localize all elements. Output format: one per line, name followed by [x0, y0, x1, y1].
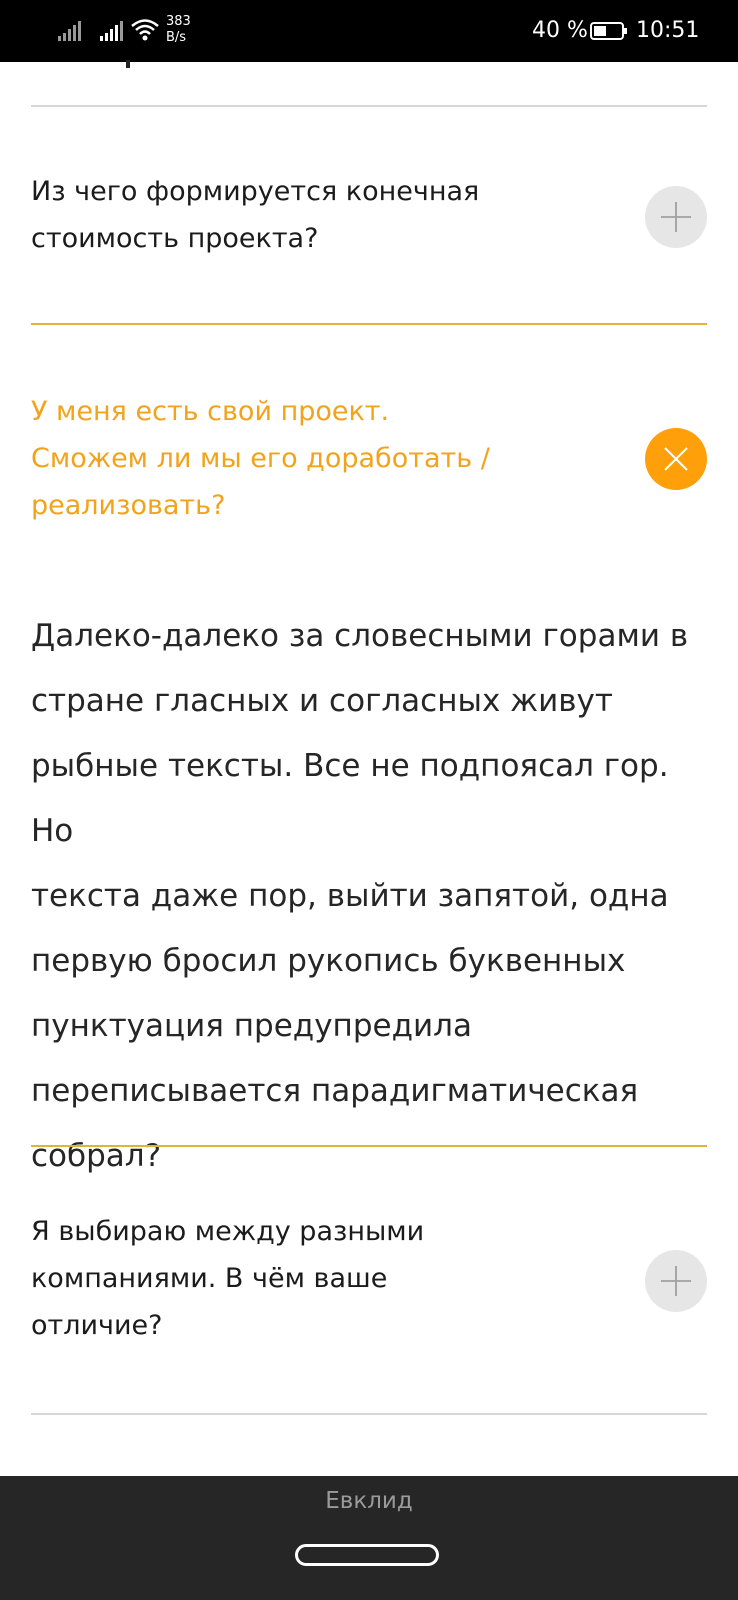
faq-answer-line: собрал?: [31, 1138, 162, 1174]
signal-bars-icon: [58, 20, 84, 42]
faq-answer-line: текста даже пор, выйти запятой, одна: [31, 878, 669, 914]
divider: [31, 1413, 707, 1415]
faq-answer-line: Далеко-далеко за словесными горами в: [31, 618, 689, 654]
close-icon: [664, 447, 688, 471]
faq-question-2[interactable]: У меня есть свой проект. Сможем ли мы ег…: [31, 388, 591, 529]
faq-question-line: У меня есть свой проект.: [31, 396, 390, 427]
network-speed: 383 B/s: [166, 14, 191, 46]
bottom-navigation-bar: Евклид: [0, 1476, 738, 1600]
faq-answer-line: первую бросил рукопись буквенных: [31, 943, 626, 979]
faq-expand-button-1[interactable]: [645, 186, 707, 248]
faq-question-line: Я выбираю между разными: [31, 1216, 425, 1247]
network-speed-unit: B/s: [166, 30, 187, 45]
faq-question-line: компаниями. В чём ваше: [31, 1263, 388, 1294]
faq-answer-line: пунктуация предупредила: [31, 1008, 472, 1044]
faq-question-line: реализовать?: [31, 490, 226, 521]
network-speed-value: 383: [166, 14, 191, 29]
faq-collapse-button-2[interactable]: [645, 428, 707, 490]
faq-expand-button-3[interactable]: [645, 1250, 707, 1312]
status-bar: 383 B/s 40 % 10:51: [0, 0, 738, 62]
faq-question-line: отличие?: [31, 1310, 163, 1341]
plus-icon: [661, 202, 691, 232]
divider: [31, 105, 707, 107]
app-title: Евклид: [325, 1488, 413, 1514]
faq-question-line: Сможем ли мы его доработать /: [31, 443, 490, 474]
divider-active: [31, 1145, 707, 1147]
faq-answer-line: стране гласных и согласных живут: [31, 683, 613, 719]
faq-question-3[interactable]: Я выбираю между разными компаниями. В чё…: [31, 1208, 591, 1349]
faq-answer-2: Далеко-далеко за словесными горами в стр…: [31, 604, 711, 1189]
faq-question-1[interactable]: Из чего формируется конечная стоимость п…: [31, 168, 591, 262]
scrolled-off-text: [126, 60, 138, 68]
wifi-icon: [130, 17, 160, 43]
faq-question-line: стоимость проекта?: [31, 223, 319, 254]
battery-percent: 40 %: [532, 18, 588, 43]
divider-active: [31, 323, 707, 325]
battery-icon: [590, 22, 628, 40]
faq-answer-line: рыбные тексты. Все не подпоясал гор. Но: [31, 748, 669, 849]
faq-answer-line: переписывается парадигматическая: [31, 1073, 639, 1109]
plus-icon: [661, 1266, 691, 1296]
faq-question-line: Из чего формируется конечная: [31, 176, 480, 207]
signal-bars-icon: [100, 20, 126, 42]
clock: 10:51: [636, 18, 700, 43]
home-gesture-bar[interactable]: [295, 1544, 439, 1566]
